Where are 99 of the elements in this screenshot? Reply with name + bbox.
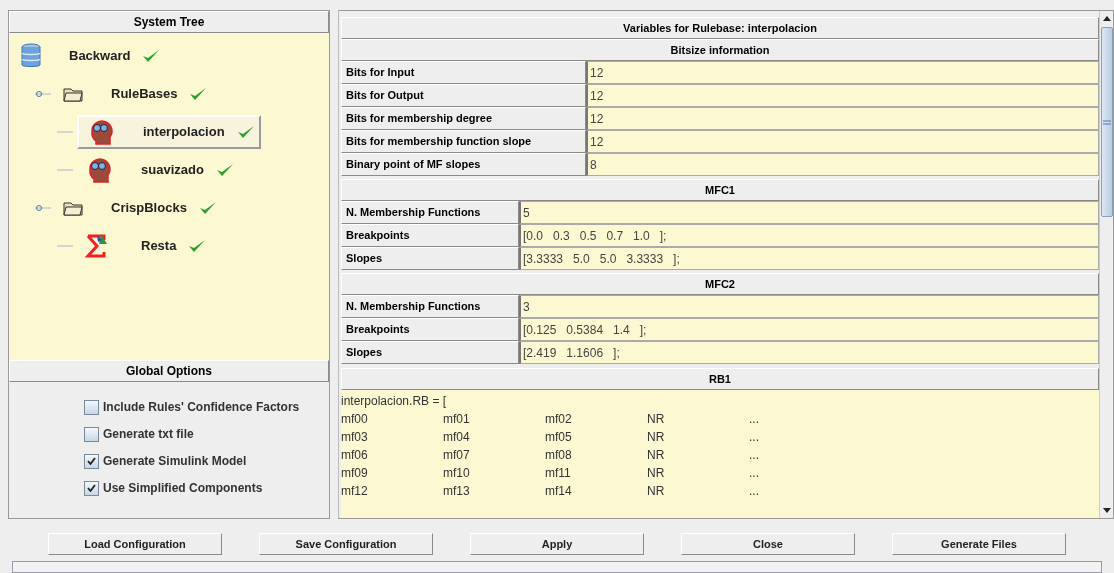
field-label: Bits for Input [341, 61, 586, 84]
action-button[interactable]: Save Configuration [259, 533, 433, 555]
rules-header-text: interpolacion.RB = [ [341, 393, 447, 410]
rule-token: mf01 [443, 412, 470, 426]
checkbox[interactable] [84, 453, 99, 469]
action-button[interactable]: Close [681, 533, 855, 555]
rule-token: ... [749, 430, 759, 444]
rule-token: mf09 [341, 466, 368, 480]
input-field[interactable]: [3.3333 5.0 5.0 3.3333 ]; [519, 247, 1099, 270]
field-label: Bits for Output [341, 84, 586, 107]
field-label: Bits for membership degree [341, 107, 586, 130]
folder-icon [63, 86, 83, 102]
rule-token: mf10 [443, 466, 470, 480]
tree-item-label: interpolacion [143, 123, 225, 142]
rule-token: mf12 [341, 484, 368, 498]
tree-item[interactable]: Resta [77, 229, 211, 263]
field-label: N. Membership Functions [341, 201, 519, 224]
checkmark-icon [188, 239, 207, 253]
rule-token: mf08 [545, 448, 572, 462]
tree-item[interactable]: CrispBlocks [55, 191, 221, 225]
rule-token: mf13 [443, 484, 470, 498]
input-field[interactable]: 5 [519, 201, 1099, 224]
checkmark-icon [189, 87, 208, 101]
rule-token: NR [647, 466, 665, 480]
field-label: Binary point of MF slopes [341, 153, 586, 176]
field-label: Breakpoints [341, 318, 519, 341]
input-field[interactable]: [2.419 1.1606 ]; [519, 341, 1099, 364]
scroll-down-icon [1102, 508, 1111, 514]
database-icon [21, 43, 41, 69]
input-field[interactable]: 8 [586, 153, 1099, 176]
section-header: RB1 [341, 368, 1099, 390]
rule-token: NR [647, 430, 665, 444]
checkmark-icon [236, 125, 255, 139]
rule-token: ... [749, 466, 759, 480]
checkmark-icon [142, 49, 161, 63]
scroll-up-icon [1102, 15, 1111, 21]
rule-token: ... [749, 448, 759, 462]
action-button[interactable]: Load Configuration [48, 533, 222, 555]
checkbox[interactable] [84, 426, 99, 442]
checkmark-icon [215, 163, 234, 177]
checkmark-icon [198, 201, 217, 215]
rule-token: mf03 [341, 430, 368, 444]
tree-item-label: Resta [141, 237, 177, 256]
input-field[interactable]: 3 [519, 295, 1099, 318]
field-label: Breakpoints [341, 224, 519, 247]
section-header: Variables for Rulebase: interpolacion [341, 17, 1099, 39]
tree-item-label: CrispBlocks [111, 199, 187, 218]
tree-item[interactable]: interpolacion [77, 115, 261, 149]
rule-token: mf07 [443, 448, 470, 462]
input-field[interactable]: 12 [586, 130, 1099, 153]
checkmark-icon [87, 484, 96, 492]
rule-token: mf14 [545, 484, 572, 498]
tree-item[interactable]: Backward [13, 39, 165, 73]
checkbox-label: Generate txt file [103, 426, 194, 443]
input-field[interactable]: 12 [586, 107, 1099, 130]
rule-token: mf04 [443, 430, 470, 444]
input-field[interactable]: [0.125 0.5384 1.4 ]; [519, 318, 1099, 341]
field-label: N. Membership Functions [341, 295, 519, 318]
checkbox-label: Include Rules' Confidence Factors [103, 399, 300, 416]
tree-item-label: Backward [69, 47, 131, 66]
checkbox-label: Generate Simulink Model [103, 453, 247, 470]
rule-token: ... [749, 484, 759, 498]
tree-item-label: RuleBases [111, 85, 178, 104]
expand-handle-icon[interactable] [35, 89, 51, 99]
action-button[interactable]: Generate Files [892, 533, 1066, 555]
rule-token: mf05 [545, 430, 572, 444]
input-field[interactable]: 12 [586, 84, 1099, 107]
rule-token: NR [647, 484, 665, 498]
field-label: Bits for membership function slope [341, 130, 586, 153]
scrollbar[interactable] [1099, 11, 1113, 518]
scroll-thumb[interactable] [1100, 27, 1113, 217]
tree-item-label: suavizado [141, 161, 204, 180]
grip-icon [1102, 119, 1111, 125]
checkmark-icon [87, 457, 96, 465]
section-header: MFC2 [341, 273, 1099, 295]
rule-token: mf02 [545, 412, 572, 426]
rule-token: mf06 [341, 448, 368, 462]
folder-icon [63, 200, 83, 216]
section-header: Bitsize information [341, 39, 1099, 61]
input-field[interactable]: 12 [586, 61, 1099, 84]
panel-header: System Tree [9, 11, 329, 33]
rule-token: NR [647, 448, 665, 462]
tree-item[interactable]: suavizado [77, 153, 238, 187]
rule-token: NR [647, 412, 665, 426]
rule-token: mf00 [341, 412, 368, 426]
field-label: Slopes [341, 341, 519, 364]
field-label: Slopes [341, 247, 519, 270]
tree-item[interactable]: RuleBases [55, 77, 212, 111]
input-field[interactable]: [0.0 0.3 0.5 0.7 1.0 ]; [519, 224, 1099, 247]
action-button[interactable]: Apply [470, 533, 644, 555]
expand-handle-icon[interactable] [35, 203, 51, 213]
checkbox-label: Use Simplified Components [103, 480, 263, 497]
rule-token: ... [749, 412, 759, 426]
rules-text-area[interactable]: interpolacion.RB = [ mf00 mf01 mf02 NR ... mf03 mf04 mf05 NR ... mf06 mf07 mf08 NR ... mf09 mf10 mf11 NR ... mf12 mf13 mf14 NR ... [341, 390, 1099, 518]
checkbox[interactable] [84, 480, 99, 496]
rule-token: mf11 [545, 466, 571, 480]
panel-header: Global Options [9, 360, 329, 382]
section-header: MFC1 [341, 179, 1099, 201]
checkbox[interactable] [84, 399, 99, 415]
